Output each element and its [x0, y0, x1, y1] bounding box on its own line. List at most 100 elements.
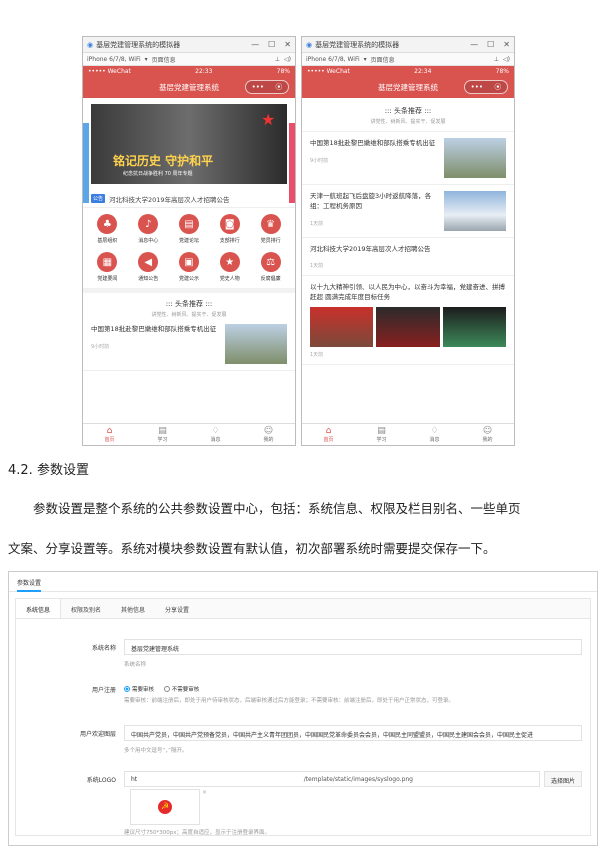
- minimize-icon[interactable]: —: [470, 40, 478, 49]
- clock-text: 22:34: [414, 67, 432, 75]
- settings-form: 系统信息 权限及别名 其他信息 分享设置 系统名称 基层党建管理系统 系统名称 …: [15, 598, 591, 836]
- app-navbar: 基层党建管理系统 ••• ⦿: [83, 76, 295, 98]
- news-thumbnail: [310, 307, 374, 347]
- speaker-icon[interactable]: ◁): [503, 56, 510, 63]
- news-thumbnail: [444, 138, 506, 178]
- remove-image-icon[interactable]: ×: [202, 789, 207, 796]
- section-subtitle: 讲党性、树新风、提实干、促发展: [370, 119, 446, 125]
- maximize-icon[interactable]: ☐: [487, 40, 494, 49]
- simulator-window-right: ◉ 基层党建管理系统的模拟器 — ☐ ✕ iPhone 6/7/8, WiFi ▾ …: [301, 36, 515, 446]
- bell-icon: ♪: [138, 214, 159, 234]
- window-titlebar: ◉ 基层党建管理系统的模拟器 — ☐ ✕: [83, 37, 295, 53]
- mini-capsule[interactable]: ••• ⦿: [245, 80, 289, 94]
- app-logo-icon: ◉: [87, 40, 94, 49]
- record-icon[interactable]: ⦿: [494, 82, 501, 92]
- section-heading: 4.2. 参数设置: [8, 463, 89, 478]
- maximize-icon[interactable]: ☐: [268, 40, 275, 49]
- pin-icon[interactable]: ⊥: [494, 56, 499, 63]
- news-item[interactable]: 以十九大精神引领、以人民为中心，以奋斗为幸福，党建奋进、拼搏赶超 圆满完成年度目…: [302, 276, 514, 365]
- page-info-button[interactable]: 页面信息: [371, 55, 395, 64]
- settings-panel: 参数设置 系统信息 权限及别名 其他信息 分享设置 系统名称 基层党建管理系统 …: [8, 571, 598, 846]
- page-info-button[interactable]: 页面信息: [152, 55, 176, 64]
- tab-permissions[interactable]: 权限及别名: [61, 599, 111, 618]
- banner-carousel[interactable]: ★ 铭记历史 守护和平 纪念抗日战争胜利 70 周年专题: [91, 104, 287, 184]
- grid-item[interactable]: ⚖ 反腐倡廉: [250, 252, 291, 282]
- carrier-text: ••••• WeChat: [307, 67, 350, 75]
- grid-item[interactable]: ◙ 支部排行: [209, 214, 250, 244]
- grid-item[interactable]: ♛ 党员排行: [250, 214, 291, 244]
- grid-item[interactable]: ▤ 党建论坛: [169, 214, 210, 244]
- grid-item[interactable]: ▦ 党建要闻: [87, 252, 128, 282]
- bell-icon: ♢: [430, 426, 439, 436]
- logo-path-input[interactable]: ht /template/static/images/syslogo.png: [124, 771, 540, 787]
- news-item[interactable]: 天津一航班起飞后盘旋3小时返航降落，各组：工程机务原因 1天前: [302, 185, 514, 238]
- close-icon[interactable]: ✕: [503, 40, 510, 49]
- scale-icon: ⚖: [260, 252, 281, 272]
- bottom-tabbar: ⌂ 首页 ▤ 学习 ♢ 消息 ☺ 我的: [83, 423, 295, 445]
- tab-study[interactable]: ▤ 学习: [136, 424, 189, 445]
- grid-item[interactable]: ◀ 通知公告: [128, 252, 169, 282]
- tab-study[interactable]: ▤ 学习: [355, 424, 408, 445]
- more-icon[interactable]: •••: [252, 83, 264, 91]
- clock-text: 22:33: [195, 67, 213, 75]
- carousel-next-slide: [289, 123, 295, 203]
- logo-label: 系统LOGO: [86, 777, 116, 784]
- grid-item[interactable]: ♣ 基层组织: [87, 214, 128, 244]
- tab-mine[interactable]: ☺ 我的: [242, 424, 295, 445]
- choose-image-button[interactable]: 选择图片: [543, 771, 582, 787]
- grid-item[interactable]: ★ 党史人物: [209, 252, 250, 282]
- window-title: 基层党建管理系统的模拟器: [315, 40, 400, 49]
- notice-bar[interactable]: 公告 河北科技大学2019年高层次人才招聘公告: [83, 190, 295, 208]
- logo-preview: ☭: [130, 789, 200, 825]
- grid-item[interactable]: ▣ 党建公示: [169, 252, 210, 282]
- device-select[interactable]: iPhone 6/7/8, WiFi: [87, 56, 141, 63]
- news-title: 河北科技大学2019年高层次人才招聘公告: [310, 245, 431, 253]
- tab-mine[interactable]: ☺ 我的: [461, 424, 514, 445]
- welcome-label: 用户欢迎图层: [79, 731, 116, 738]
- battery-text: 78%: [495, 67, 509, 75]
- news-time: 9小时前: [310, 158, 329, 164]
- banner-title: 铭记历史 守护和平: [113, 154, 214, 168]
- device-select[interactable]: iPhone 6/7/8, WiFi: [306, 56, 360, 63]
- app-navbar: 基层党建管理系统 ••• ⦿: [302, 76, 514, 98]
- settings-tabs: 系统信息 权限及别名 其他信息 分享设置: [16, 599, 590, 619]
- tab-share-settings[interactable]: 分享设置: [155, 599, 199, 618]
- tab-messages[interactable]: ♢ 消息: [408, 424, 461, 445]
- radio-need-review[interactable]: 需要审核: [124, 685, 154, 693]
- section-subtitle: 讲党性、树新风、提实干、促发展: [151, 312, 227, 318]
- paragraph-line-2: 文案、分享设置等。系统对模块参数设置有默认值，初次部署系统时需要提交保存一下。: [8, 541, 496, 556]
- paragraph-line-1: 参数设置是整个系统的公共参数设置中心，包括：系统信息、权限及栏目别名、一些单页: [33, 501, 521, 516]
- speaker-icon[interactable]: ◁): [284, 56, 291, 63]
- grid-item[interactable]: ♪ 消息中心: [128, 214, 169, 244]
- radio-no-review[interactable]: 不需要审核: [163, 685, 199, 693]
- app-title: 基层党建管理系统: [159, 82, 219, 92]
- news-item[interactable]: 中国第18批赴黎巴嫩维和部队搭乘专机出征 9小时前: [83, 318, 295, 371]
- tab-messages[interactable]: ♢ 消息: [189, 424, 242, 445]
- carrier-text: ••••• WeChat: [88, 67, 131, 75]
- user-icon: ☺: [263, 426, 274, 436]
- close-icon[interactable]: ✕: [284, 40, 291, 49]
- chevron-down-icon[interactable]: ▾: [145, 56, 148, 63]
- radio-checked-icon: [124, 686, 130, 692]
- tab-other-info[interactable]: 其他信息: [111, 599, 155, 618]
- more-icon[interactable]: •••: [471, 83, 483, 91]
- tab-home[interactable]: ⌂ 首页: [302, 424, 355, 445]
- bottom-tabbar: ⌂ 首页 ▤ 学习 ♢ 消息 ☺ 我的: [302, 423, 514, 445]
- record-icon[interactable]: ⦿: [275, 82, 282, 92]
- minimize-icon[interactable]: —: [251, 40, 259, 49]
- tab-home[interactable]: ⌂ 首页: [83, 424, 136, 445]
- register-label: 用户注册: [91, 687, 116, 694]
- notice-text: 河北科技大学2019年高层次人才招聘公告: [109, 195, 230, 204]
- tab-system-info[interactable]: 系统信息: [16, 599, 62, 618]
- mini-capsule[interactable]: ••• ⦿: [464, 80, 508, 94]
- news-item[interactable]: 中国第18批赴黎巴嫩维和部队搭乘专机出征 9小时前: [302, 131, 514, 185]
- system-name-input[interactable]: 基层党建管理系统: [124, 639, 582, 655]
- pin-icon[interactable]: ⊥: [275, 56, 280, 63]
- news-item[interactable]: 河北科技大学2019年高层次人才招聘公告 1天前: [302, 238, 514, 276]
- folder-icon: ▣: [178, 252, 199, 272]
- megaphone-icon: ◀: [138, 252, 159, 272]
- window-title: 基层党建管理系统的模拟器: [96, 40, 181, 49]
- system-name-hint: 系统名称: [124, 662, 147, 668]
- welcome-input[interactable]: 中国共产党员，中国共产党预备党员，中国共产主义青年团团员，中国国民党革命委员会会…: [124, 725, 582, 741]
- chevron-down-icon[interactable]: ▾: [364, 56, 367, 63]
